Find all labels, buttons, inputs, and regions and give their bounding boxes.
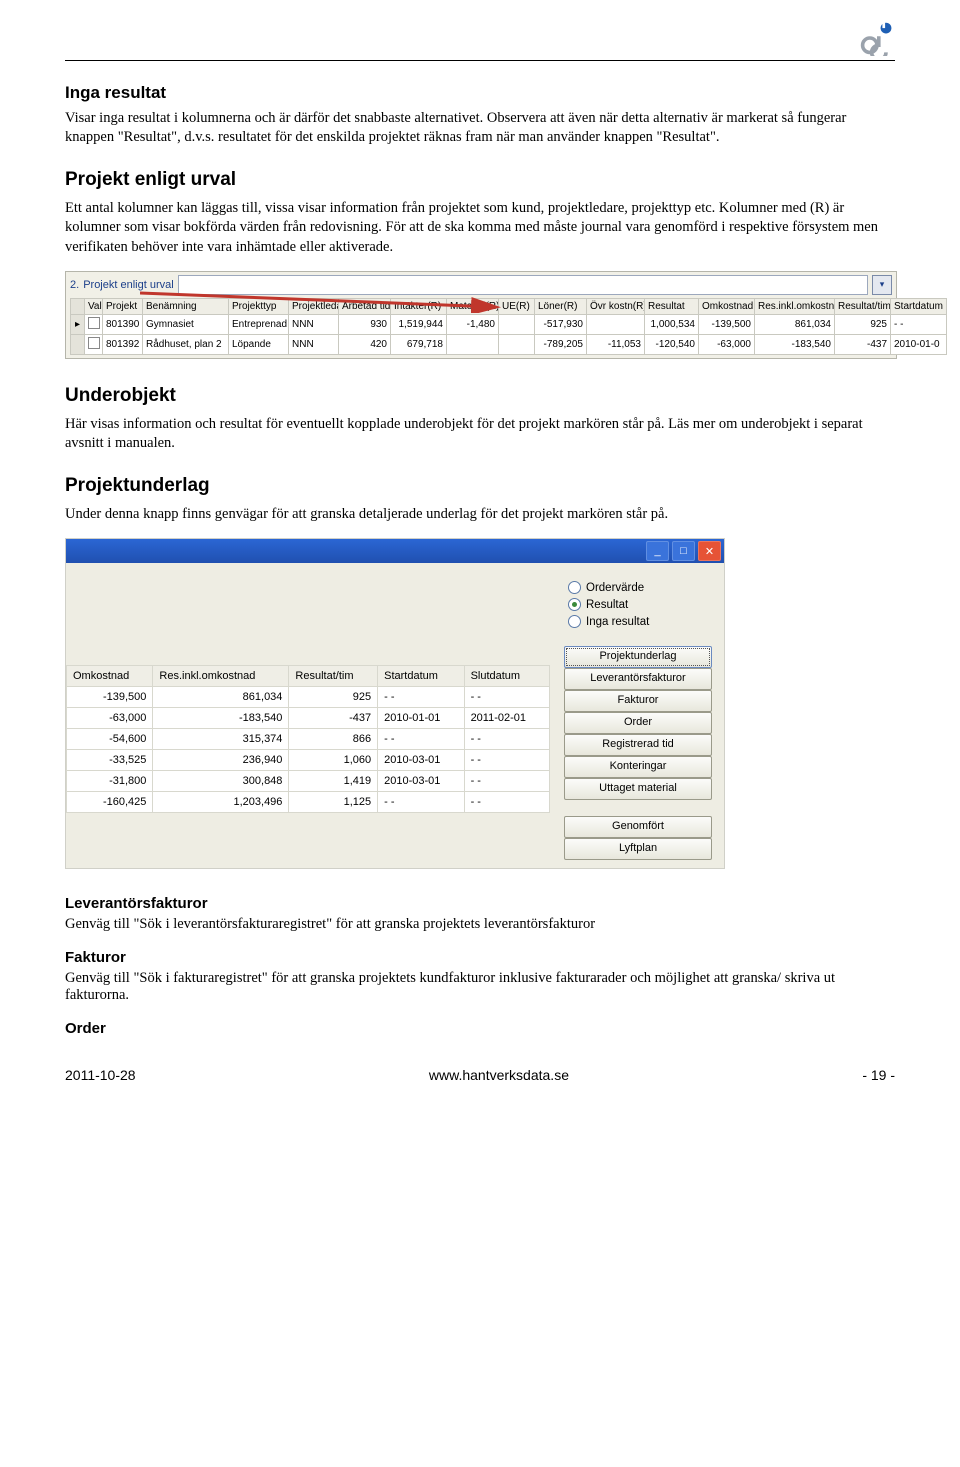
heading-inga-resultat: Inga resultat — [65, 83, 895, 103]
table-row[interactable]: -160,4251,203,4961,125- -- - — [67, 792, 550, 813]
para-fakturor: Genväg till "Sök i fakturaregistret" för… — [65, 970, 895, 1004]
close-button[interactable]: ✕ — [698, 541, 721, 561]
button-leverantörsfakturor[interactable]: Leverantörsfakturor — [564, 668, 712, 690]
footer-date: 2011-10-28 — [65, 1067, 136, 1083]
maximize-button[interactable]: □ — [672, 541, 695, 561]
subhead-order: Order — [65, 1020, 895, 1037]
radio-resultat[interactable]: Resultat — [564, 596, 712, 613]
button-konteringar[interactable]: Konteringar — [564, 756, 712, 778]
screenshot-projekt-grid: 2. Projekt enligt urval ▾ — [65, 271, 897, 359]
para-leverantorsfakturor: Genväg till "Sök i leverantörsfakturareg… — [65, 916, 895, 933]
button-registrerad-tid[interactable]: Registrerad tid — [564, 734, 712, 756]
grid-section-title: Projekt enligt urval — [83, 279, 174, 291]
table-row[interactable]: -33,525236,9401,0602010-03-01- - — [67, 750, 550, 771]
heading-projekt-enligt-urval: Projekt enligt urval — [65, 169, 895, 191]
subhead-fakturor: Fakturor — [65, 949, 895, 966]
button-genomfört[interactable]: Genomfört — [564, 816, 712, 838]
para-underobjekt: Här visas information och resultat för e… — [65, 415, 895, 453]
footer-url: www.hantverksdata.se — [429, 1067, 569, 1083]
para-projektunderlag: Under denna knapp finns genvägar för att… — [65, 505, 895, 524]
result-table: Omkostnad Res.inkl.omkostnad Resultat/ti… — [66, 665, 550, 813]
screenshot-projektunderlag-panel: _ □ ✕ Omkostnad Res.inkl.omkostnad Resul… — [65, 538, 725, 869]
para-inga-resultat: Visar inga resultat i kolumnerna och är … — [65, 109, 895, 147]
button-uttaget-material[interactable]: Uttaget material — [564, 778, 712, 800]
button-order[interactable]: Order — [564, 712, 712, 734]
radio-inga-resultat[interactable]: Inga resultat — [564, 613, 712, 630]
grid-filter-dropdown[interactable]: ▾ — [872, 275, 892, 295]
subhead-leverantorsfakturor: Leverantörsfakturor — [65, 895, 895, 912]
footer-page: - 19 - — [862, 1067, 895, 1083]
button-lyftplan[interactable]: Lyftplan — [564, 838, 712, 860]
button-fakturor[interactable]: Fakturor — [564, 690, 712, 712]
para-projekt-enligt-urval: Ett antal kolumner kan läggas till, viss… — [65, 199, 895, 256]
table-row[interactable]: 801392Rådhuset, plan 2LöpandeNNN420679,7… — [71, 334, 947, 354]
minimize-button[interactable]: _ — [646, 541, 669, 561]
table-row[interactable]: -54,600315,374866- -- - — [67, 729, 550, 750]
grid-section-num: 2. — [70, 279, 79, 291]
table-row[interactable]: -63,000-183,540-4372010-01-012011-02-01 — [67, 708, 550, 729]
table-row[interactable]: -31,800300,8481,4192010-03-01- - — [67, 771, 550, 792]
radio-ordervärde[interactable]: Ordervärde — [564, 579, 712, 596]
page-footer: 2011-10-28 www.hantverksdata.se - 19 - — [65, 1067, 895, 1083]
grid-filter-field[interactable] — [178, 275, 868, 295]
ob-logo-icon — [859, 20, 895, 56]
table-row[interactable]: -139,500861,034925- -- - — [67, 687, 550, 708]
table-row[interactable]: ▸801390GymnasietEntreprenadNNN9301,519,9… — [71, 314, 947, 334]
grid-header-row: Vald Projekt Benämning Projekttyp Projek… — [71, 298, 947, 314]
button-projektunderlag[interactable]: Projektunderlag — [564, 646, 712, 668]
heading-projektunderlag: Projektunderlag — [65, 475, 895, 497]
window-titlebar: _ □ ✕ — [66, 539, 724, 563]
heading-underobjekt: Underobjekt — [65, 385, 895, 407]
top-rule — [65, 60, 895, 61]
projekt-grid-table: Vald Projekt Benämning Projekttyp Projek… — [70, 298, 947, 355]
